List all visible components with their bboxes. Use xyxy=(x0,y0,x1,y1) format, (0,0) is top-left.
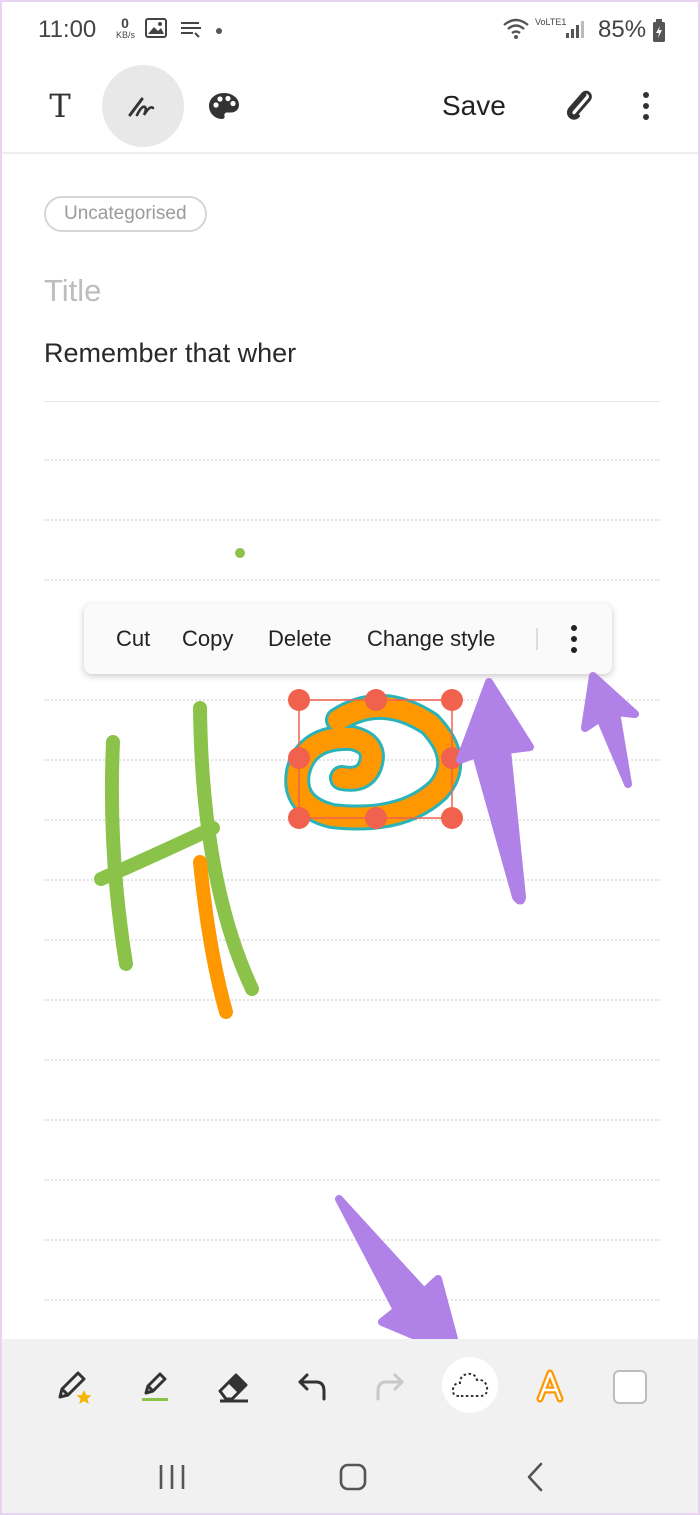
color-swatch-icon[interactable] xyxy=(604,1361,656,1413)
note-toolbar: T Save xyxy=(2,62,698,154)
cut-button[interactable]: Cut xyxy=(116,604,150,674)
text-divider xyxy=(44,401,660,402)
eraser-icon[interactable] xyxy=(208,1361,260,1413)
resize-handle[interactable] xyxy=(288,807,310,829)
copy-button[interactable]: Copy xyxy=(182,604,233,674)
status-time: 11:00 xyxy=(38,16,97,43)
menu-divider xyxy=(536,628,538,650)
menu-more-vert-icon[interactable] xyxy=(558,617,590,661)
volte-label: VoLTE1 xyxy=(535,17,567,27)
handwriting-canvas[interactable] xyxy=(2,522,700,1042)
system-nav-bar xyxy=(2,1437,698,1513)
selected-ink-swirl[interactable] xyxy=(284,693,463,831)
selection-context-menu: Cut Copy Delete Change style xyxy=(84,604,612,674)
change-style-button[interactable]: Change style xyxy=(367,604,495,674)
redo-icon[interactable] xyxy=(364,1361,416,1413)
more-vert-icon[interactable] xyxy=(624,84,668,128)
resize-handle[interactable] xyxy=(441,807,463,829)
lasso-select-icon[interactable] xyxy=(442,1357,498,1413)
ink-dot xyxy=(235,548,245,558)
ruled-line xyxy=(44,1119,660,1121)
battery-percent: 85% xyxy=(598,16,647,43)
ruled-line xyxy=(44,519,660,521)
pen-toolbar xyxy=(2,1339,698,1437)
palette-icon[interactable] xyxy=(202,84,246,128)
ruled-line xyxy=(44,1179,660,1181)
recent-apps-icon[interactable] xyxy=(148,1455,196,1499)
text-mode-icon[interactable]: T xyxy=(38,84,82,128)
resize-handle[interactable] xyxy=(288,689,310,711)
status-bar: 11:00 0 KB/s VoLTE1 85% xyxy=(2,2,698,62)
delete-button[interactable]: Delete xyxy=(268,604,332,674)
note-body-text[interactable]: Remember that wher xyxy=(44,338,296,369)
resize-handle[interactable] xyxy=(441,689,463,711)
network-speed-unit: KB/s xyxy=(116,30,136,40)
text-style-icon[interactable] xyxy=(524,1361,576,1413)
ruled-line xyxy=(44,1059,660,1061)
note-title-field[interactable]: Title xyxy=(44,273,101,309)
arrow-to-lasso xyxy=(335,1195,462,1358)
network-speed: 0 KB/s xyxy=(116,15,136,40)
ruled-line xyxy=(44,1239,660,1241)
back-icon[interactable] xyxy=(512,1455,560,1499)
gallery-notification-icon xyxy=(145,18,167,43)
save-button[interactable]: Save xyxy=(442,84,506,128)
network-speed-value: 0 xyxy=(121,15,129,31)
handwriting-pen-icon[interactable] xyxy=(102,65,184,147)
undo-icon[interactable] xyxy=(286,1361,338,1413)
ink-stroke-h-left xyxy=(104,735,133,971)
resize-handle[interactable] xyxy=(365,689,387,711)
app-screen: 11:00 0 KB/s VoLTE1 85% T Save Uncategor… xyxy=(0,0,700,1515)
pen-settings-icon[interactable] xyxy=(128,1361,180,1413)
attach-icon[interactable] xyxy=(558,84,602,128)
category-chip[interactable]: Uncategorised xyxy=(44,196,207,232)
battery-icon xyxy=(652,19,666,48)
ruled-line xyxy=(44,1299,660,1301)
wifi-icon xyxy=(502,16,530,45)
ruled-line xyxy=(44,459,660,461)
home-icon[interactable] xyxy=(329,1455,377,1499)
resize-handle[interactable] xyxy=(441,747,463,769)
message-notification-icon xyxy=(179,20,203,43)
resize-handle[interactable] xyxy=(288,747,310,769)
more-notifications-dot-icon xyxy=(216,28,222,34)
resize-handle[interactable] xyxy=(365,807,387,829)
pen-favourite-icon[interactable] xyxy=(48,1361,100,1413)
signal-icon xyxy=(564,18,586,45)
